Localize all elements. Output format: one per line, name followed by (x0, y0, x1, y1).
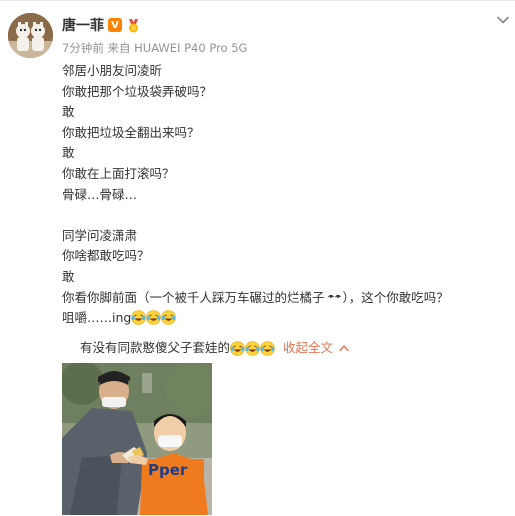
username[interactable]: 唐一菲 (62, 15, 104, 35)
post-meta: 7分钟前 来自 HUAWEI P40 Pro 5G (62, 41, 248, 55)
post-line: 你敢把那个垃圾袋弄破吗？ (62, 83, 213, 99)
laugh-cry-emoji (146, 310, 162, 325)
laugh-cry-emoji (161, 310, 177, 325)
smirk-emoji (327, 294, 341, 298)
collapse-label: 收起全文 (283, 340, 334, 355)
post-line: 同学问凌潇肃 (62, 227, 138, 243)
laugh-cry-emoji (245, 340, 260, 356)
summary-line: 有没有同款憨傻父子套娃的 收起全文 (80, 338, 349, 358)
post-line: 敢 (62, 268, 75, 284)
post-line-long-text: 你看你脚前面（一个被千人踩万车碾过的烂橘子 (62, 289, 325, 305)
laugh-cry-emoji (230, 340, 245, 356)
laugh-cry-emoji (260, 340, 275, 356)
post-line-last: 咀嚼……ing (62, 308, 502, 329)
photo-shirt-text: Pper (148, 461, 188, 479)
post-line: 邻居小朋友问凌昕 (62, 63, 163, 78)
post-line-long: 你看你脚前面（一个被千人踩万车碾过的烂橘子 ），这个你敢吃吗？ (62, 288, 502, 309)
post-photo[interactable]: Pper (62, 363, 212, 515)
medal-icon[interactable] (126, 18, 141, 33)
post-line (62, 205, 502, 226)
laugh-cry-emoji (131, 310, 147, 325)
post-line: 敢 (62, 104, 75, 120)
post-text: 邻居小朋友问凌昕 你敢把那个垃圾袋弄破吗？ 敢 你敢把垃圾全翻出来吗？ 敢 你敢… (62, 61, 502, 329)
chevron-up-icon (339, 345, 349, 352)
post-line: 你啥都敢吃吗？ (62, 248, 150, 264)
user-row: 唐一菲 V (62, 15, 141, 35)
avatar[interactable] (8, 13, 53, 58)
collapse-full-text-link[interactable]: 收起全文 (283, 338, 349, 358)
weibo-post-card: 唐一菲 V 7分钟前 来自 HUAWEI P40 Pro 5G 邻居小朋友问凌昕… (0, 0, 515, 516)
post-line: 骨碌…骨碌… (62, 186, 138, 202)
post-line-long-tail: ），这个你敢吃吗？ (342, 289, 449, 305)
post-line: 敢 (62, 145, 75, 161)
summary-text: 有没有同款憨傻父子套娃的 (80, 340, 231, 355)
post-line-last-text: 咀嚼……ing (62, 310, 132, 326)
post-line: 你敢在上面打滚吗？ (62, 165, 175, 181)
verified-badge-icon: V (108, 18, 122, 32)
post-line: 你敢把垃圾全翻出来吗？ (62, 124, 200, 140)
chevron-down-icon[interactable] (496, 13, 510, 27)
